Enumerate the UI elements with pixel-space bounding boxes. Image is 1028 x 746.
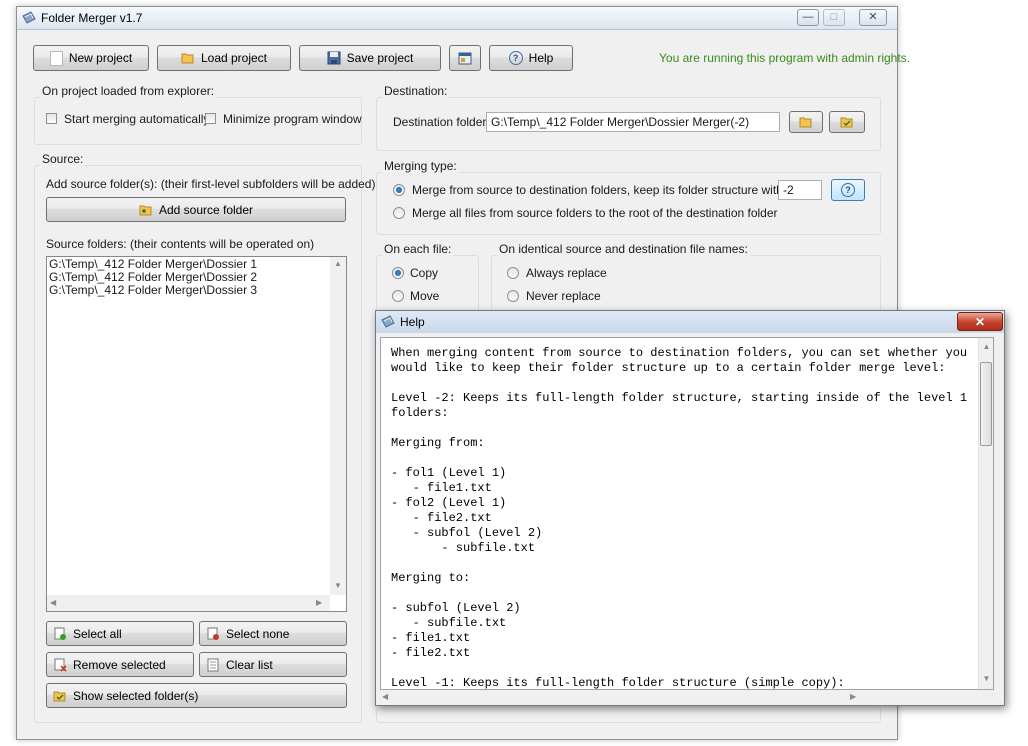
each-file-title: On each file: xyxy=(382,242,454,256)
close-icon: ✕ xyxy=(974,314,986,329)
scroll-right-arrow-icon[interactable]: ▶ xyxy=(850,692,856,701)
add-source-folder-label: Add source folder xyxy=(158,202,254,217)
select-none-icon xyxy=(207,627,219,640)
scroll-up-arrow-icon[interactable]: ▲ xyxy=(330,259,346,268)
identical-names-title: On identical source and destination file… xyxy=(497,242,750,256)
scroll-right-arrow-icon[interactable]: ▶ xyxy=(316,598,322,607)
admin-status-text: You are running this program with admin … xyxy=(659,51,911,65)
help-text: When merging content from source to dest… xyxy=(391,346,968,690)
scroll-up-arrow-icon[interactable]: ▲ xyxy=(979,342,993,351)
help-icon: ? xyxy=(508,51,523,65)
copy-radio[interactable] xyxy=(392,267,404,279)
add-source-folder-button[interactable]: Add source folder xyxy=(46,197,346,222)
app-icon xyxy=(381,315,395,328)
merge-root-label: Merge all files from source folders to t… xyxy=(412,206,778,220)
save-project-button[interactable]: Save project xyxy=(299,45,441,71)
folder-check-icon xyxy=(840,117,853,128)
title-bar[interactable]: Folder Merger v1.7 — □ ✕ xyxy=(17,7,897,30)
new-project-button[interactable]: New project xyxy=(33,45,149,71)
minimize-window-checkbox[interactable] xyxy=(205,113,216,124)
lower-group-edge xyxy=(376,707,881,723)
browse-destination-button[interactable] xyxy=(789,111,823,133)
select-all-icon xyxy=(54,627,66,640)
help-vertical-scrollbar[interactable]: ▲ ▼ xyxy=(978,338,993,689)
scroll-down-arrow-icon[interactable]: ▼ xyxy=(330,581,346,590)
settings-save-button[interactable] xyxy=(449,45,481,71)
source-folders-list[interactable]: G:\Temp\_412 Folder Merger\Dossier 1 G:\… xyxy=(46,256,347,612)
remove-selected-button[interactable]: Remove selected xyxy=(46,652,194,677)
minimize-button[interactable]: — xyxy=(797,9,819,26)
help-icon: ? xyxy=(841,183,855,197)
select-all-button[interactable]: Select all xyxy=(46,621,194,646)
select-all-label: Select all xyxy=(73,626,122,641)
add-source-hint: Add source folder(s): (their first-level… xyxy=(46,177,376,191)
scroll-left-arrow-icon[interactable]: ◀ xyxy=(382,692,388,701)
window-title: Folder Merger v1.7 xyxy=(41,11,143,25)
never-replace-radio[interactable] xyxy=(507,290,519,302)
folder-open-icon xyxy=(181,53,194,64)
scroll-thumb[interactable] xyxy=(980,362,992,446)
help-horizontal-scrollbar[interactable]: ◀ ▶ xyxy=(380,692,994,702)
start-merging-label: Start merging automatically xyxy=(64,112,210,126)
close-button[interactable]: ✕ xyxy=(859,9,887,26)
scroll-down-arrow-icon[interactable]: ▼ xyxy=(979,674,993,683)
clear-list-icon xyxy=(207,658,219,671)
clear-list-button[interactable]: Clear list xyxy=(199,652,347,677)
list-vertical-scrollbar[interactable]: ▲ ▼ xyxy=(330,257,346,595)
help-window-title: Help xyxy=(400,315,425,329)
move-label: Move xyxy=(410,289,440,303)
maximize-button[interactable]: □ xyxy=(823,9,845,26)
list-item[interactable]: G:\Temp\_412 Folder Merger\Dossier 3 xyxy=(49,284,257,297)
merging-type-title: Merging type: xyxy=(382,159,459,173)
start-merging-checkbox[interactable] xyxy=(46,113,57,124)
remove-icon xyxy=(54,658,67,672)
select-none-button[interactable]: Select none xyxy=(199,621,347,646)
new-project-label: New project xyxy=(68,51,133,65)
show-folder-icon xyxy=(53,691,66,701)
help-text-area[interactable]: When merging content from source to dest… xyxy=(380,337,994,690)
merge-level-input[interactable]: -2 xyxy=(778,180,822,200)
source-title: Source: xyxy=(40,152,86,166)
maximize-icon: □ xyxy=(830,11,838,23)
destination-title: Destination: xyxy=(382,84,450,98)
close-icon: ✕ xyxy=(868,11,878,23)
save-project-label: Save project xyxy=(346,51,414,65)
load-project-label: Load project xyxy=(200,51,268,65)
minimize-window-label: Minimize program window xyxy=(223,112,362,126)
always-replace-label: Always replace xyxy=(526,266,607,280)
destination-folder-label: Destination folder: xyxy=(393,115,490,129)
new-file-icon xyxy=(49,50,63,66)
remove-selected-label: Remove selected xyxy=(73,657,166,672)
merge-structure-label: Merge from source to destination folders… xyxy=(412,183,815,197)
list-horizontal-scrollbar[interactable]: ◀ ▶ xyxy=(47,595,330,611)
minimize-icon: — xyxy=(802,11,814,23)
help-window: Help ✕ When merging content from source … xyxy=(375,310,1005,706)
save-icon xyxy=(327,51,341,65)
clear-list-label: Clear list xyxy=(226,657,273,672)
folder-open-icon xyxy=(799,117,812,128)
merge-root-radio[interactable] xyxy=(393,207,405,219)
load-project-button[interactable]: Load project xyxy=(157,45,291,71)
show-selected-folders-button[interactable]: Show selected folder(s) xyxy=(46,683,347,708)
app-icon xyxy=(22,11,36,24)
always-replace-radio[interactable] xyxy=(507,267,519,279)
help-title-bar[interactable]: Help ✕ xyxy=(376,311,1004,333)
merge-structure-radio[interactable] xyxy=(393,184,405,196)
destination-folder-input[interactable]: G:\Temp\_412 Folder Merger\Dossier Merge… xyxy=(486,112,780,132)
level-help-button[interactable]: ? xyxy=(831,179,865,201)
show-selected-label: Show selected folder(s) xyxy=(73,688,199,703)
open-destination-button[interactable] xyxy=(829,111,865,133)
move-radio[interactable] xyxy=(392,290,404,302)
add-folder-icon xyxy=(139,205,152,215)
save-settings-icon xyxy=(458,52,472,65)
explorer-options-title: On project loaded from explorer: xyxy=(40,84,217,98)
never-replace-label: Never replace xyxy=(526,289,601,303)
source-list-hint: Source folders: (their contents will be … xyxy=(46,237,315,251)
copy-label: Copy xyxy=(410,266,439,280)
help-close-button[interactable]: ✕ xyxy=(957,312,1003,331)
help-button[interactable]: ? Help xyxy=(489,45,573,71)
scroll-left-arrow-icon[interactable]: ◀ xyxy=(50,598,56,607)
help-label: Help xyxy=(528,51,554,65)
select-none-label: Select none xyxy=(226,626,290,641)
